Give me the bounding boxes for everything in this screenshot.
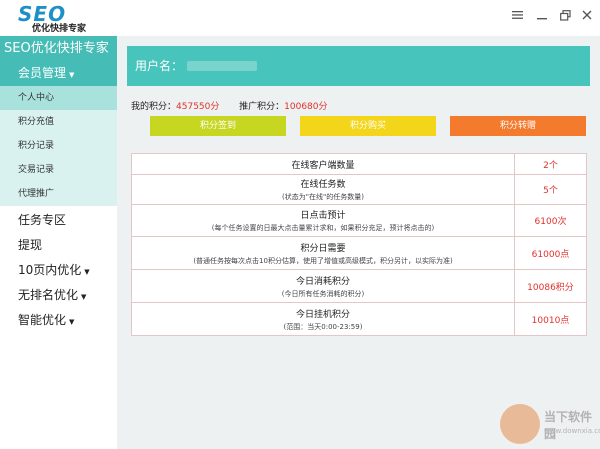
caret-down-icon: ▼	[84, 268, 90, 276]
promo-points-label: 推广积分：	[239, 102, 285, 112]
caret-down-icon: ▼	[69, 318, 75, 326]
points-summary: 我的积分：457550分 推广积分：100680分	[131, 99, 328, 112]
points-sign-in-button[interactable]: 积分签到	[150, 116, 286, 136]
restore-icon[interactable]	[558, 8, 572, 22]
caret-down-icon: ▼	[81, 293, 87, 301]
sidebar-title: SEO优化快排专家	[0, 36, 117, 61]
caret-down-icon: ▼	[69, 71, 75, 79]
sidebar-item-points-record[interactable]: 积分记录	[0, 134, 117, 158]
app-logo: SEO 优化快排专家	[8, 2, 118, 34]
user-bar: 用户名：	[127, 46, 590, 86]
table-cell-note: (今日所有任务消耗的积分)	[281, 289, 365, 298]
table-row: 今日挂机积分 (范围：当天0:00-23:59) 10010点	[131, 302, 587, 336]
table-cell-note: (每个任务设置的日最大点击量累计求和，如果积分充足，预计将点击的)	[211, 224, 435, 232]
table-cell-value: 10010点	[514, 302, 587, 336]
watermark-logo-icon	[500, 404, 540, 444]
table-cell-value: 2个	[514, 153, 587, 175]
table-cell-title: 在线任务数 (状态为"在线"的任务数量)	[131, 174, 515, 205]
stats-table: 在线客户端数量 2个 在线任务数 (状态为"在线"的任务数量) 5个 日点击预计(…	[131, 153, 587, 336]
list-icon[interactable]	[510, 8, 524, 22]
table-row: 在线客户端数量 2个	[131, 153, 587, 175]
sidebar-item-smart-optimize[interactable]: 智能优化 ▼	[0, 308, 117, 333]
sidebar-item-label: 无排名优化	[18, 288, 79, 302]
minimize-icon[interactable]	[535, 8, 549, 22]
table-cell-note: (范围：当天0:00-23:59)	[283, 322, 363, 331]
watermark-url: www.downxia.com	[544, 427, 600, 435]
title-bar: SEO 优化快排专家	[0, 0, 600, 36]
sidebar-group-label: 会员管理	[18, 66, 67, 80]
sidebar-group-member[interactable]: 会员管理 ▼	[0, 61, 117, 86]
sidebar-item-personal-center[interactable]: 个人中心	[0, 86, 117, 110]
close-icon[interactable]	[580, 8, 594, 22]
table-row: 积分日需要 (普通任务按每次点击10积分估算，使用了增值或高级模式，积分另计，以实…	[131, 236, 587, 270]
sidebar-item-agent-promo[interactable]: 代理推广	[0, 182, 117, 206]
watermark-text: 当下软件园	[544, 410, 593, 441]
table-cell-note: (状态为"在线"的任务数量)	[282, 193, 364, 201]
sidebar-item-transaction-record[interactable]: 交易记录	[0, 158, 117, 182]
table-row: 日点击预计 (每个任务设置的日最大点击量累计求和，如果积分充足，预计将点击的) 6…	[131, 204, 587, 237]
sidebar-item-task-zone[interactable]: 任务专区	[0, 208, 117, 233]
table-cell-title: 积分日需要 (普通任务按每次点击10积分估算，使用了增值或高级模式，积分另计，以实…	[131, 236, 515, 270]
table-cell-value: 5个	[514, 174, 587, 205]
points-buy-button[interactable]: 积分购买	[300, 116, 436, 136]
main-content: 用户名： 我的积分：457550分 推广积分：100680分 积分签到 积分购买…	[117, 36, 600, 449]
watermark: 当下软件园 www.downxia.com	[500, 400, 600, 449]
table-cell-title: 在线客户端数量	[131, 153, 515, 175]
sidebar-item-no-rank-optimize[interactable]: 无排名优化 ▼	[0, 283, 117, 308]
table-cell-value: 6100次	[514, 204, 587, 237]
sidebar-item-label: 10页内优化	[18, 263, 82, 277]
table-cell-value: 10086积分	[514, 269, 587, 303]
table-cell-value: 61000点	[514, 236, 587, 270]
sidebar-item-top10-optimize[interactable]: 10页内优化 ▼	[0, 258, 117, 283]
promo-points-value: 100680分	[284, 102, 328, 112]
sidebar-item-label: 任务专区	[18, 213, 67, 227]
table-cell-title: 今日消耗积分 (今日所有任务消耗的积分)	[131, 269, 515, 303]
sidebar-item-label: 提现	[18, 238, 43, 252]
table-cell-title: 日点击预计 (每个任务设置的日最大点击量累计求和，如果积分充足，预计将点击的)	[131, 204, 515, 237]
app-window: SEO 优化快排专家 SEO优化快排专家 会员管理 ▼ 个人中心 积分充值 积分记…	[0, 0, 600, 449]
username-blurred	[187, 61, 257, 71]
table-row: 在线任务数 (状态为"在线"的任务数量) 5个	[131, 174, 587, 205]
sidebar: SEO优化快排专家 会员管理 ▼ 个人中心 积分充值 积分记录 交易记录 代理推广…	[0, 36, 117, 449]
sidebar-item-withdraw[interactable]: 提现	[0, 233, 117, 258]
table-cell-note: (普通任务按每次点击10积分估算，使用了增值或高级模式，积分另计，以实际为准)	[193, 256, 453, 265]
my-points-label: 我的积分：	[131, 102, 177, 112]
sidebar-item-points-recharge[interactable]: 积分充值	[0, 110, 117, 134]
username-label: 用户名：	[135, 59, 184, 73]
my-points-value: 457550分	[176, 102, 220, 112]
logo-subtitle: 优化快排专家	[32, 24, 87, 34]
table-cell-title: 今日挂机积分 (范围：当天0:00-23:59)	[131, 302, 515, 336]
table-row: 今日消耗积分 (今日所有任务消耗的积分) 10086积分	[131, 269, 587, 303]
sidebar-item-label: 智能优化	[18, 313, 67, 327]
points-transfer-button[interactable]: 积分转赠	[450, 116, 586, 136]
